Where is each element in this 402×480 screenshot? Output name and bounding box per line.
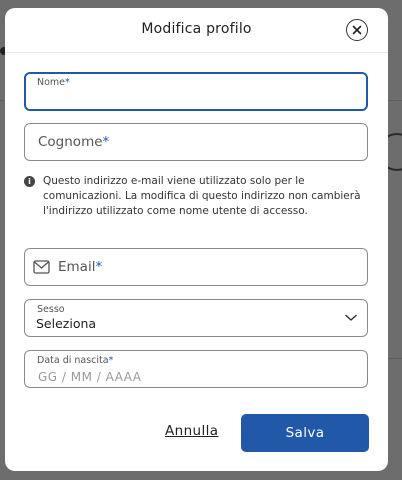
birth-date-field[interactable]: Data di nascita* GG / MM / AAAA: [24, 350, 368, 388]
info-icon: i: [24, 176, 35, 187]
last-name-field[interactable]: Cognome*: [24, 123, 368, 161]
first-name-label: Nome*: [37, 77, 70, 88]
email-field[interactable]: Email*: [24, 248, 368, 286]
close-button[interactable]: [346, 19, 368, 41]
modal-header: Modifica profilo: [5, 8, 388, 53]
last-name-label: Cognome*: [38, 134, 110, 150]
edit-profile-modal: Modifica profilo Nome* Cognome* i Questo…: [5, 8, 388, 471]
chevron-down-icon: [345, 314, 357, 321]
gender-select[interactable]: Sesso Seleziona: [24, 299, 368, 337]
birth-date-label: Data di nascita*: [37, 355, 114, 366]
background-divider: [388, 358, 402, 359]
envelope-icon: [33, 260, 50, 274]
save-button[interactable]: Salva: [241, 414, 369, 452]
first-name-field[interactable]: Nome*: [24, 72, 368, 111]
close-icon: [352, 25, 362, 35]
email-info-text: Questo indirizzo e-mail viene utilizzato…: [43, 175, 361, 217]
modal-title: Modifica profilo: [141, 21, 252, 37]
gender-label: Sesso: [37, 304, 65, 315]
gender-selected-value: Seleziona: [36, 316, 97, 331]
birth-date-placeholder: GG / MM / AAAA: [38, 370, 142, 384]
email-label: Email*: [58, 259, 103, 275]
cancel-button[interactable]: Annulla: [165, 423, 218, 439]
